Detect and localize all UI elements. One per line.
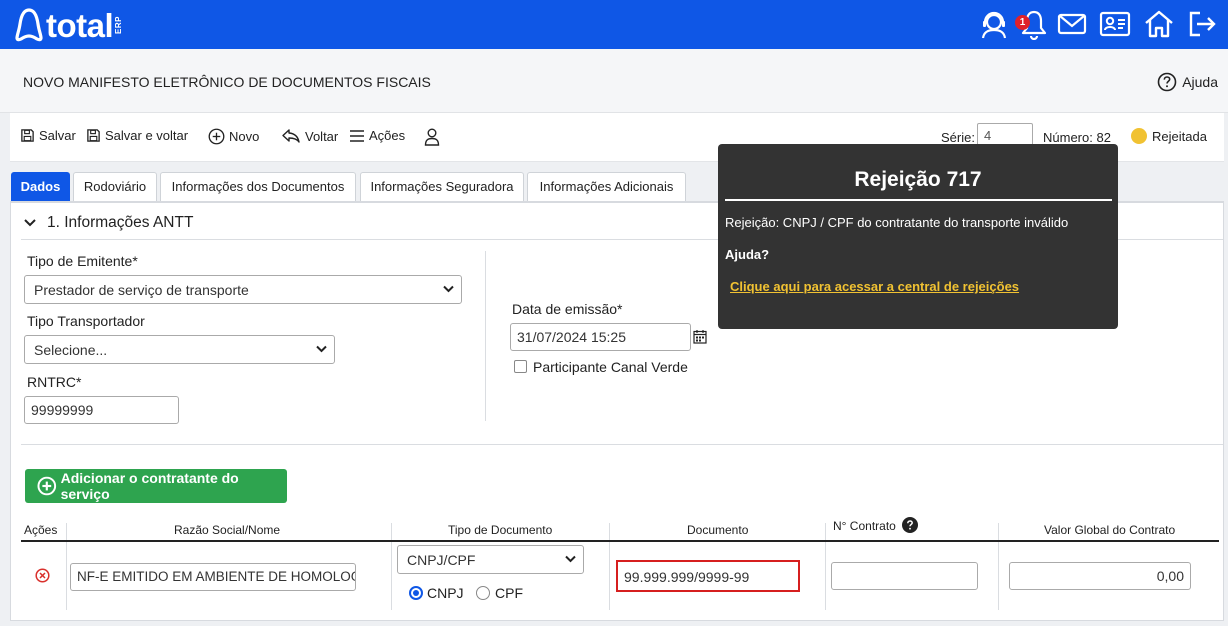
data-emissao-label: Data de emissão* xyxy=(512,301,623,317)
canal-verde-checkbox[interactable] xyxy=(514,360,527,373)
radio-cnpj[interactable] xyxy=(409,586,423,600)
help-link[interactable]: Ajuda xyxy=(1157,72,1218,92)
chevron-down-icon xyxy=(316,345,327,353)
chevron-down-icon xyxy=(24,219,36,227)
column-divider xyxy=(825,523,826,540)
column-divider xyxy=(998,523,999,540)
radio-cpf[interactable] xyxy=(476,586,490,600)
reply-arrow-icon xyxy=(282,129,300,143)
rejection-center-link[interactable]: Clique aqui para acessar a central de re… xyxy=(730,279,1019,294)
notification-badge: 1 xyxy=(1015,15,1030,30)
column-divider xyxy=(825,542,826,610)
new-button[interactable]: Novo xyxy=(208,128,259,145)
numero-contrato-input[interactable] xyxy=(831,562,978,590)
table-header-border xyxy=(21,540,1219,542)
serie-label: Série: xyxy=(941,130,975,145)
chevron-down-icon xyxy=(565,555,576,563)
chevron-down-icon xyxy=(443,285,454,293)
column-header-documento: Documento xyxy=(687,523,749,537)
canal-verde-label: Participante Canal Verde xyxy=(533,359,688,375)
razao-social-input[interactable]: NF-E EMITIDO EM AMBIENTE DE HOMOLOGAÇÃO xyxy=(70,563,356,591)
tipo-emitente-select[interactable]: Prestador de serviço de transporte xyxy=(24,275,462,304)
save-and-back-button[interactable]: Salvar e voltar xyxy=(86,128,188,143)
contact-card-icon[interactable] xyxy=(1099,8,1131,40)
column-divider xyxy=(485,251,486,421)
data-emissao-input[interactable]: 31/07/2024 15:25 xyxy=(510,323,691,351)
home-icon[interactable] xyxy=(1143,8,1175,40)
radio-cpf-label: CPF xyxy=(495,585,523,601)
tab-informacoes-seguradora[interactable]: Informações Seguradora xyxy=(360,172,524,201)
page-title: NOVO MANIFESTO ELETRÔNICO DE DOCUMENTOS … xyxy=(23,74,431,90)
tooltip-help-heading: Ajuda? xyxy=(725,247,770,262)
remove-row-icon[interactable] xyxy=(35,568,50,583)
save-button[interactable]: Salvar xyxy=(20,128,76,143)
help-circle-icon[interactable] xyxy=(902,517,918,533)
logout-icon[interactable] xyxy=(1186,8,1218,40)
floppy-disk-icon xyxy=(87,129,100,142)
back-button[interactable]: Voltar xyxy=(281,128,338,144)
support-agent-icon[interactable] xyxy=(978,8,1010,40)
tab-dados[interactable]: Dados xyxy=(11,172,70,201)
rejection-tooltip: Rejeição 717 Rejeição: CNPJ / CPF do con… xyxy=(718,144,1118,329)
help-label: Ajuda xyxy=(1182,74,1218,90)
column-header-razao-social: Razão Social/Nome xyxy=(174,523,281,537)
divider xyxy=(21,444,1223,445)
mail-icon[interactable] xyxy=(1056,8,1088,40)
plus-circle-icon xyxy=(37,476,57,496)
status-label: Rejeitada xyxy=(1152,128,1207,144)
column-divider xyxy=(998,542,999,610)
rntrc-input[interactable]: 99999999 xyxy=(24,396,179,424)
actions-menu-button[interactable]: Ações xyxy=(349,128,405,143)
tipo-transportador-label: Tipo Transportador xyxy=(27,313,145,329)
floppy-disk-icon xyxy=(21,129,34,142)
column-divider xyxy=(391,523,392,540)
column-header-tipo-documento: Tipo de Documento xyxy=(448,523,553,537)
column-divider xyxy=(391,542,392,610)
document-number: Número: 82 xyxy=(1043,130,1111,145)
status-badge: Rejeitada xyxy=(1131,128,1207,144)
column-header-acoes: Ações xyxy=(24,523,58,537)
logo-text: total xyxy=(46,6,114,44)
section-title: 1. Informações ANTT xyxy=(47,214,194,231)
tab-informacoes-documentos[interactable]: Informações dos Documentos xyxy=(160,172,356,201)
tipo-documento-select[interactable]: CNPJ/CPF xyxy=(397,545,584,574)
documento-input[interactable]: 99.999.999/9999-99 xyxy=(616,560,800,592)
section-toggle[interactable]: 1. Informações ANTT xyxy=(23,214,193,232)
column-header-contrato: N° Contrato xyxy=(833,519,896,533)
tipo-transportador-select[interactable]: Selecione... xyxy=(24,335,335,364)
tipo-emitente-label: Tipo de Emitente* xyxy=(27,253,138,269)
tooltip-title: Rejeição 717 xyxy=(854,168,982,191)
column-divider xyxy=(609,523,610,540)
hamburger-menu-icon xyxy=(350,129,364,142)
user-button[interactable] xyxy=(424,128,440,146)
valor-global-input[interactable]: 0,00 xyxy=(1009,562,1191,590)
add-contratante-button[interactable]: Adicionar o contratante do serviço xyxy=(25,469,287,503)
tab-rodoviario[interactable]: Rodoviário xyxy=(73,172,157,201)
column-divider xyxy=(66,542,67,610)
tooltip-divider xyxy=(725,199,1112,201)
column-divider xyxy=(609,542,610,610)
tab-informacoes-adicionais[interactable]: Informações Adicionais xyxy=(527,172,686,201)
rntrc-label: RNTRC* xyxy=(27,374,82,390)
column-header-valor-global: Valor Global do Contrato xyxy=(1044,523,1176,537)
page-header: NOVO MANIFESTO ELETRÔNICO DE DOCUMENTOS … xyxy=(0,49,1228,113)
top-navbar: total ERP 1 xyxy=(0,0,1228,49)
calendar-icon[interactable] xyxy=(693,329,707,344)
user-icon xyxy=(424,128,440,146)
logo[interactable]: total ERP xyxy=(14,6,123,44)
tooltip-message: Rejeição: CNPJ / CPF do contratante do t… xyxy=(725,215,1069,230)
logo-suffix: ERP xyxy=(114,16,124,34)
status-dot-icon xyxy=(1131,128,1147,144)
plus-circle-icon xyxy=(208,128,225,145)
logo-icon xyxy=(15,8,43,42)
radio-cnpj-label: CNPJ xyxy=(427,585,464,601)
column-divider xyxy=(66,523,67,540)
question-circle-icon xyxy=(1157,72,1177,92)
